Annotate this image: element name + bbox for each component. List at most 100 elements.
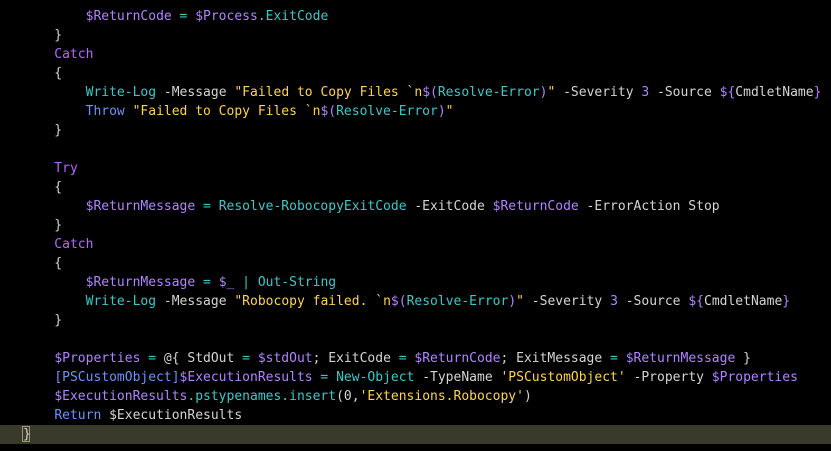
code-token: $Properties [711, 370, 798, 385]
code-line[interactable]: $ReturnCode = $Process.ExitCode [0, 7, 831, 26]
code-token: " [445, 104, 454, 119]
code-line[interactable]: } [0, 311, 831, 330]
code-token: Try [23, 161, 78, 176]
code-token: $ReturnMessage [85, 275, 196, 290]
code-text: Write-Log -Message "Failed to Copy Files… [23, 83, 822, 102]
code-token: = [242, 351, 258, 366]
code-line[interactable]: Write-Log -Message "Failed to Copy Files… [0, 83, 831, 102]
code-token: } [735, 351, 751, 366]
code-token: 'Extensions.Robocopy' [359, 389, 524, 404]
code-line[interactable]: { [0, 178, 831, 197]
code-line-current[interactable]: } [0, 425, 831, 444]
code-token: = [398, 351, 415, 366]
code-line[interactable]: Throw "Failed to Copy Files `n$(Resolve-… [0, 102, 831, 121]
code-line[interactable]: $ReturnMessage = $_ | Out-String [0, 273, 831, 292]
code-token: $( [422, 85, 438, 100]
code-token: ${ [688, 294, 704, 309]
code-token: Write-Log [85, 294, 157, 309]
code-token: } [782, 294, 791, 309]
code-token: ExitCode [265, 9, 329, 24]
code-token: insert [289, 389, 337, 404]
code-text: Catch [23, 45, 93, 64]
code-token: = [195, 199, 219, 214]
code-text: Try [23, 159, 78, 178]
code-text: } [23, 121, 62, 140]
code-token: Return [54, 408, 102, 423]
code-token: $ExecutionResults [54, 389, 188, 404]
code-token: } [23, 313, 63, 328]
code-text: { [23, 64, 62, 83]
code-token: Resolve-RobocopyExitCode [218, 199, 407, 214]
code-token: ; ExitMessage [500, 351, 611, 366]
code-token: -ErrorAction Stop [578, 199, 720, 214]
code-token: $Process [195, 9, 258, 24]
code-line[interactable]: $Properties = @{ StdOut = $stdOut; ExitC… [0, 349, 831, 368]
code-token: . [281, 389, 290, 404]
code-text: Catch [23, 235, 93, 254]
code-line[interactable]: Catch [0, 235, 831, 254]
code-token: $stdOut [257, 351, 313, 366]
code-line[interactable]: $ReturnMessage = Resolve-RobocopyExitCod… [0, 197, 831, 216]
code-token: -Source [649, 85, 720, 100]
code-token: [PSCustomObject] [54, 370, 180, 385]
code-text: [PSCustomObject]$ExecutionResults = New-… [23, 368, 798, 387]
code-text: } [23, 26, 62, 45]
code-text: } [23, 216, 62, 235]
code-token: ${ [719, 85, 736, 100]
code-token: $ReturnMessage [85, 199, 196, 214]
code-line[interactable]: { [0, 254, 831, 273]
code-token: -Severity [523, 294, 611, 309]
code-line[interactable]: [PSCustomObject]$ExecutionResults = New-… [0, 368, 831, 387]
code-line[interactable]: { [0, 64, 831, 83]
code-line[interactable]: } [0, 121, 831, 140]
code-token: Resolve-Error [437, 85, 540, 100]
code-token: | [234, 275, 258, 290]
code-token: } [23, 28, 63, 43]
code-token: $ExecutionResults [179, 370, 313, 385]
code-line[interactable]: $ExecutionResults.pstypenames.insert(0,'… [0, 387, 831, 406]
code-line[interactable]: Try [0, 159, 831, 178]
code-token: = [171, 9, 196, 24]
code-line[interactable]: } [0, 26, 831, 45]
code-line[interactable] [0, 140, 831, 159]
code-token: $( [390, 294, 407, 309]
code-token: = [195, 275, 219, 290]
code-line[interactable] [0, 330, 831, 349]
code-token: Out-String [257, 275, 337, 290]
code-line[interactable]: Write-Log -Message "Robocopy failed. `n$… [0, 292, 831, 311]
code-text: { [23, 254, 62, 273]
code-token: $ExecutionResults [101, 408, 243, 423]
code-token: 3 [641, 85, 650, 100]
code-token: } [23, 218, 63, 233]
code-token: $ReturnCode [414, 351, 501, 366]
text-cursor-icon [22, 426, 30, 442]
code-token: ) [437, 104, 446, 119]
code-token: { [23, 180, 63, 195]
code-token: " [516, 294, 524, 309]
code-token: CmdletName [704, 294, 783, 309]
code-line[interactable]: } [0, 216, 831, 235]
code-text: $Properties = @{ StdOut = $stdOut; ExitC… [23, 349, 751, 368]
code-line[interactable]: Return $ExecutionResults [0, 406, 831, 425]
code-token: Catch [23, 47, 94, 62]
code-token: { [23, 256, 63, 271]
code-editor[interactable]: $ReturnCode = $Process.ExitCode } Catch … [0, 0, 831, 451]
code-token: } [23, 123, 63, 138]
code-token: $ReturnMessage [625, 351, 736, 366]
code-token: $ReturnCode [85, 9, 172, 24]
code-token: -Message [156, 294, 235, 309]
code-token: "Robocopy failed. `n [234, 294, 391, 309]
code-token: Resolve-Error [336, 104, 438, 119]
code-token: } [813, 85, 822, 100]
code-text: Return $ExecutionResults [23, 406, 242, 425]
code-token: Catch [23, 237, 94, 252]
code-line[interactable]: Catch [0, 45, 831, 64]
